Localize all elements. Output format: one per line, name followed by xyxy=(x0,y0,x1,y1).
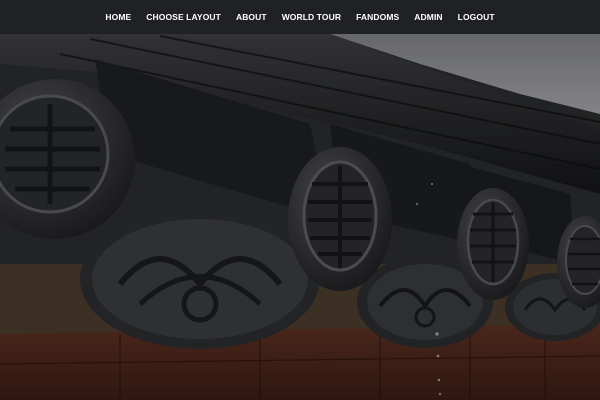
nav-link-logout[interactable]: LOGOUT xyxy=(458,12,495,22)
nav-link-home[interactable]: HOME xyxy=(105,12,131,22)
nav-link-world-tour[interactable]: WORLD TOUR xyxy=(282,12,341,22)
nav-link-fandoms[interactable]: FANDOMS xyxy=(356,12,399,22)
top-navbar: HOME CHOOSE LAYOUT ABOUT WORLD TOUR FAND… xyxy=(0,0,600,34)
roof-tiles-illustration xyxy=(0,34,600,400)
nav-link-about[interactable]: ABOUT xyxy=(236,12,267,22)
hero-image xyxy=(0,34,600,400)
nav-link-choose-layout[interactable]: CHOOSE LAYOUT xyxy=(146,12,221,22)
nav-link-admin[interactable]: ADMIN xyxy=(414,12,442,22)
nav-menu: HOME CHOOSE LAYOUT ABOUT WORLD TOUR FAND… xyxy=(105,12,494,22)
page: HOME CHOOSE LAYOUT ABOUT WORLD TOUR FAND… xyxy=(0,0,600,400)
